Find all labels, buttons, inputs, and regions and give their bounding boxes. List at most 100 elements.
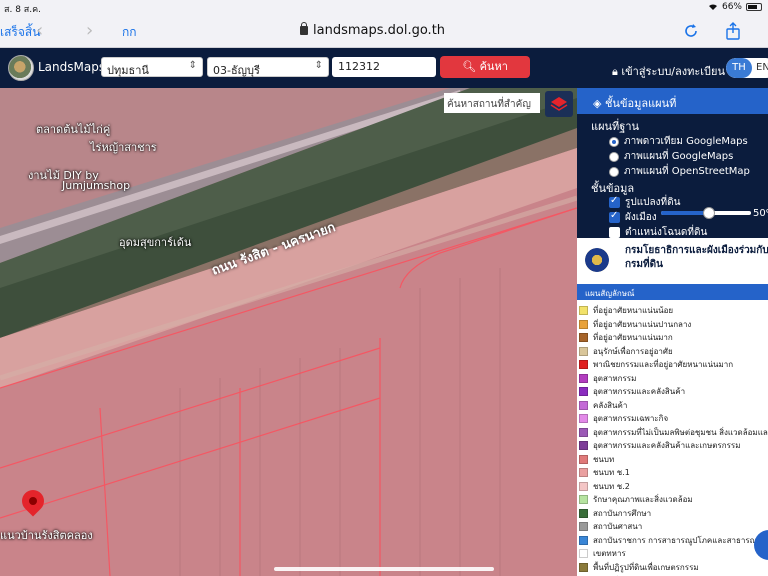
layer-label: ผังเมือง (625, 212, 657, 223)
panel-header: ◈ ชั้นข้อมูลแผนที่ (577, 88, 768, 114)
layer-label: รูปแปลงที่ดิน (625, 197, 681, 208)
legend-item: สถาบันการศึกษา (579, 507, 651, 520)
home-indicator (274, 567, 494, 571)
status-right: 66% (708, 2, 762, 12)
battery-percent: 66% (721, 2, 742, 12)
legend-item: อุตสาหกรรมและคลังสินค้า (579, 385, 685, 398)
district-value: 03-ธัญบุรี (213, 64, 260, 77)
legend-label: ที่อยู่อาศัยหนาแน่นน้อย (593, 306, 674, 315)
legend-swatch (579, 333, 588, 342)
text-size-button[interactable]: กก (122, 23, 137, 42)
legend-swatch (579, 454, 588, 464)
legend-item: ที่อยู่อาศัยหนาแน่นมาก (579, 331, 673, 344)
legend-label: อุตสาหกรรมและคลังสินค้าและเกษตรกรรม (593, 441, 741, 450)
department-seal (585, 248, 609, 272)
lang-th[interactable]: TH (726, 58, 752, 78)
layer-parcels[interactable]: รูปแปลงที่ดิน (609, 195, 680, 210)
legend-list: ที่อยู่อาศัยหนาแน่นน้อยที่อยู่อาศัยหนาแน… (577, 300, 768, 576)
legend-swatch (579, 508, 588, 518)
login-link[interactable]: 🔒︎ เข้าสู่ระบบ/ลงทะเบียน (612, 62, 725, 80)
legend-item: ชนบท (579, 453, 614, 466)
chevron-updown-icon: ⇕ (314, 60, 323, 71)
login-label: เข้าสู่ระบบ/ลงทะเบียน (621, 65, 725, 78)
legend-label: คลังสินค้า (593, 400, 628, 410)
layers-icon: ◈ (593, 97, 605, 110)
chevron-updown-icon: ⇕ (188, 60, 197, 71)
search-icon: 🔍︎ (462, 60, 477, 73)
legend-swatch (579, 549, 588, 558)
department-name: กรมโยธาธิการและผังเมืองร่วมกับกรมที่ดิน (625, 245, 768, 270)
legend-swatch (579, 319, 588, 329)
legend-label: สถาบันการศึกษา (593, 508, 652, 518)
basemap-option-googlemap[interactable]: ภาพแผนที่ GoogleMaps (609, 149, 733, 164)
legend-item: ที่อยู่อาศัยหนาแน่นปานกลาง (579, 318, 691, 331)
legend-item: อุตสาหกรรม (579, 372, 636, 385)
opacity-value: 50% (753, 208, 768, 219)
search-label: ค้นหา (479, 60, 508, 73)
legend-label: ชนบท ช.2 (593, 481, 630, 491)
landsmaps-logo (8, 55, 34, 81)
battery-icon (746, 3, 762, 11)
place-search-input[interactable]: ค้นหาสถานที่สำคัญ (444, 93, 540, 113)
slider-knob[interactable] (703, 207, 715, 219)
legend-swatch (579, 346, 588, 356)
legend-item: พื้นที่ปฏิรูปที่ดินเพื่อเกษตรกรรม (579, 561, 699, 574)
legend-item: ชนบท ช.2 (579, 480, 630, 493)
forward-icon[interactable]: › (86, 20, 93, 41)
legend-item: คลังสินค้า (579, 399, 627, 412)
basemap-label: ภาพดาวเทียม GoogleMaps (624, 136, 748, 147)
done-button[interactable]: เสร็จสิ้น (0, 23, 40, 42)
province-select[interactable]: ปทุมธานี ⇕ (101, 57, 203, 77)
map-imagery (0, 88, 577, 576)
legend-swatch (579, 522, 588, 531)
legend-item: สถาบันราชการ การสาธารณูปโภคและสาธารณูปกา… (579, 534, 768, 547)
legend-swatch (579, 535, 588, 545)
layers-icon (550, 97, 568, 111)
legend-swatch (579, 427, 588, 437)
panel-title: ชั้นข้อมูลแผนที่ (604, 97, 677, 110)
legend-swatch (579, 441, 588, 450)
legend-label: พื้นที่ปฏิรูปที่ดินเพื่อเกษตรกรรม (593, 562, 699, 572)
legend-item: รักษาคุณภาพและสิ่งแวดล้อม (579, 493, 693, 506)
basemap-label: ภาพแผนที่ OpenStreetMap (624, 166, 750, 177)
checkbox-icon (609, 195, 620, 208)
share-icon[interactable] (724, 22, 742, 40)
legend-label: เขตทหาร (593, 549, 626, 558)
back-icon[interactable]: ‹ (36, 20, 43, 41)
parcel-number-input[interactable]: 112312 (332, 57, 436, 77)
legend-item: พาณิชยกรรมและที่อยู่อาศัยหนาแน่นมาก (579, 358, 733, 371)
map-label-poi: อุดมสุขการ์เด้น (119, 236, 192, 249)
district-select[interactable]: 03-ธัญบุรี ⇕ (207, 57, 329, 77)
basemap-label: ภาพแผนที่ GoogleMaps (624, 151, 734, 162)
language-toggle[interactable]: TH EN (726, 58, 768, 78)
legend-label: ที่อยู่อาศัยหนาแน่นมาก (593, 333, 673, 342)
legend-swatch (579, 481, 588, 491)
basemap-option-satellite[interactable]: ภาพดาวเทียม GoogleMaps (609, 134, 748, 149)
map-canvas[interactable]: ตลาดต้นไม้ไก่คู่ ไร่หญ้าสาชาร งานไม้ DIY… (0, 88, 577, 576)
basemap-title: แผนที่ฐาน (591, 120, 640, 133)
browser-toolbar: เสร็จสิ้น ‹ › กก landsmaps.dol.go.th (0, 14, 768, 48)
opacity-slider[interactable] (661, 207, 751, 219)
address-bar[interactable]: landsmaps.dol.go.th (300, 22, 445, 38)
legend-label: อนุรักษ์เพื่อการอยู่อาศัย (593, 346, 673, 356)
legend-label: ที่อยู่อาศัยหนาแน่นปานกลาง (593, 319, 692, 329)
map-label-shop-2: Jumjumshop (62, 179, 131, 192)
lock-icon (300, 22, 308, 35)
legend-item: อุตสาหกรรมเฉพาะกิจ (579, 412, 668, 425)
reload-icon[interactable] (682, 22, 700, 40)
legend-label: ชนบท ช.1 (593, 468, 630, 477)
search-button[interactable]: 🔍︎ ค้นหา (440, 56, 530, 78)
radio-icon (609, 166, 619, 177)
legend-swatch (579, 468, 588, 477)
radio-icon (609, 136, 619, 147)
wifi-icon (708, 4, 717, 10)
basemap-option-osm[interactable]: ภาพแผนที่ OpenStreetMap (609, 164, 750, 179)
layers-button[interactable] (545, 91, 573, 117)
legend-item: ที่อยู่อาศัยหนาแน่นน้อย (579, 304, 673, 317)
layer-cityplan[interactable]: ผังเมือง (609, 210, 657, 225)
legend-header: แผนสัญลักษณ์ (577, 284, 768, 300)
legend-swatch (579, 373, 588, 383)
lang-en[interactable]: EN (756, 58, 768, 78)
radio-icon (609, 151, 619, 162)
legend-label: อุตสาหกรรม (593, 373, 637, 383)
